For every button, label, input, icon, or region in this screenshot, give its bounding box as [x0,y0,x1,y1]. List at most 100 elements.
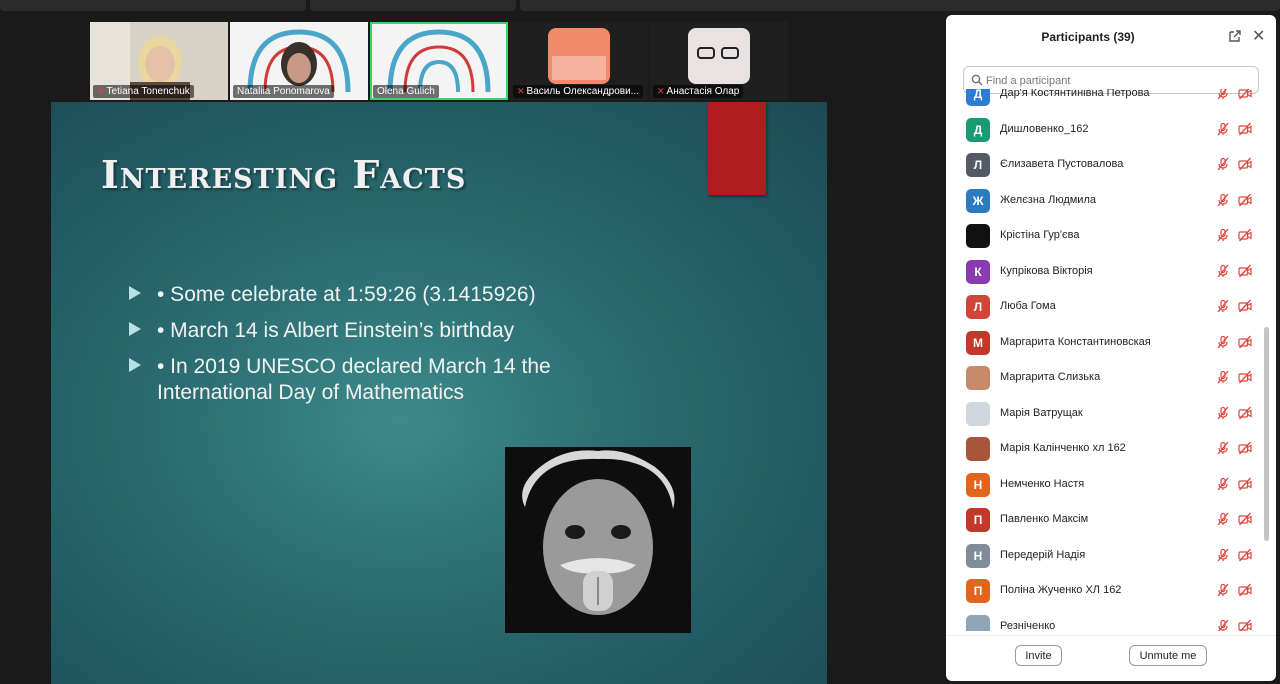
muted-mic-icon[interactable] [1216,264,1230,278]
close-icon[interactable]: ✕ [1252,26,1265,46]
avatar [966,437,990,461]
search-input[interactable] [986,71,1246,91]
avatar [966,224,990,248]
muted-mic-icon[interactable] [1216,583,1230,597]
video-off-icon[interactable] [1238,583,1252,597]
slide-bullet: • March 14 is Albert Einstein’s birthday [129,318,629,344]
participant-name: Дар'я Костянтинівна Петрова [1000,89,1150,99]
participant-row[interactable]: Резніченко [966,613,1258,632]
muted-mic-icon[interactable] [1216,157,1230,171]
video-off-icon[interactable] [1238,157,1252,171]
participant-name: Марія Ватрущак [1000,406,1083,419]
participant-row[interactable]: Марія Ватрущак [966,400,1258,428]
scrollbar[interactable] [1264,327,1269,541]
slide-bullet: • In 2019 UNESCO declared March 14 the I… [129,354,629,406]
video-off-icon[interactable] [1238,512,1252,526]
participant-row[interactable]: Н Немченко Настя [966,471,1258,499]
muted-mic-icon[interactable] [1216,619,1230,632]
muted-mic-icon[interactable] [1216,193,1230,207]
avatar: Л [966,153,990,177]
top-bar: asc [0,0,1280,14]
video-off-icon[interactable] [1238,441,1252,455]
video-tile[interactable]: ✕ Анастасія Олар [650,22,788,100]
muted-mic-icon[interactable] [1216,122,1230,136]
muted-mic-icon[interactable] [1216,370,1230,384]
meeting-stage: ✕ Tetiana Tonenchuk Nataliia Ponomarova O… [0,14,944,684]
video-off-icon[interactable] [1238,122,1252,136]
avatar: Д [966,117,990,142]
unmute-me-button[interactable]: Unmute me [1129,645,1207,666]
video-off-icon[interactable] [1238,477,1252,491]
video-tile[interactable]: ✕ Tetiana Tonenchuk [90,22,228,100]
video-off-icon[interactable] [1238,619,1252,632]
participant-name: Дишловенко_162 [1000,122,1089,135]
muted-mic-icon[interactable] [1216,228,1230,242]
video-tile-name: ✕ Анастасія Олар [653,85,744,98]
participant-name: Люба Гома [1000,300,1056,312]
participant-row[interactable]: М Маргарита Константиновская [966,329,1258,357]
participant-row[interactable]: Д Дар'я Костянтинівна Петрова [966,89,1258,108]
avatar: Н [966,543,990,568]
slide-accent-bar [708,102,766,195]
participant-row[interactable]: П Павленко Максім [966,506,1258,534]
top-bar-segment [0,0,306,11]
video-off-icon[interactable] [1238,406,1252,420]
participant-row[interactable]: П Поліна Жученко ХЛ 162 [966,577,1258,605]
participant-row[interactable]: Марія Калінченко хл 162 [966,435,1258,463]
video-off-icon[interactable] [1238,228,1252,242]
video-tile-active-speaker[interactable]: Olena Gulich [370,22,508,100]
muted-mic-icon[interactable] [1216,441,1230,455]
participants-footer: Invite Unmute me [946,635,1276,681]
participant-name: Купрікова Вікторія [1000,264,1093,277]
slide-title: Interesting Facts [101,152,467,197]
participant-name: Маргарита Слизька [1000,371,1101,383]
muted-mic-icon[interactable] [1216,548,1230,562]
pop-out-icon[interactable] [1228,29,1242,43]
video-off-icon[interactable] [1238,89,1252,100]
participant-name: Поліна Жученко ХЛ 162 [1000,584,1122,596]
video-off-icon[interactable] [1238,299,1252,313]
einstein-photo [505,447,691,633]
participant-name: Резніченко [1000,619,1056,632]
participant-name: Немченко Настя [1000,477,1085,490]
video-tile[interactable]: ✕ Василь Олександрови... [510,22,648,100]
slide-bullet-list: • Some celebrate at 1:59:26 (3.1415926) … [129,282,629,416]
avatar: Д [966,89,990,106]
participant-name: Крістіна Гур'єва [1000,229,1080,241]
participant-row[interactable]: Н Передерій Надія [966,542,1258,570]
muted-mic-icon[interactable] [1216,477,1230,491]
video-off-icon[interactable] [1238,264,1252,278]
video-off-icon[interactable] [1238,193,1252,207]
video-off-icon[interactable] [1238,335,1252,349]
video-off-icon[interactable] [1238,548,1252,562]
avatar: К [966,259,990,284]
invite-button[interactable]: Invite [1015,645,1062,666]
muted-mic-icon: ✕ [517,86,525,96]
participants-list: Д Дар'я Костянтинівна Петрова Д Дишловенко_… [946,89,1262,631]
participant-row[interactable]: К Купрікова Вікторія [966,258,1258,286]
video-tile[interactable]: Nataliia Ponomarova [230,22,368,100]
bullet-arrow-icon [129,322,141,336]
muted-mic-icon[interactable] [1216,335,1230,349]
avatar: П [966,508,990,532]
video-off-icon[interactable] [1238,370,1252,384]
muted-mic-icon[interactable] [1216,299,1230,313]
bullet-arrow-icon [129,286,141,300]
participant-row[interactable]: Л Єлизавета Пустовалова [966,151,1258,179]
muted-mic-icon[interactable] [1216,89,1230,100]
video-tile-name: ✕ Tetiana Tonenchuk [93,85,194,98]
bullet-arrow-icon [129,358,141,372]
avatar: Ж [966,188,990,213]
participant-name: Марія Калінченко хл 162 [1000,442,1126,454]
participants-header: Participants (39) ✕ [946,15,1276,59]
muted-mic-icon[interactable] [1216,512,1230,526]
participant-name: Єлизавета Пустовалова [1000,158,1124,170]
participant-row[interactable]: Ж Желєзна Людмила [966,187,1258,215]
participant-name: Павленко Максім [1000,513,1089,525]
muted-mic-icon[interactable] [1216,406,1230,420]
participant-row[interactable]: Крістіна Гур'єва [966,222,1258,250]
participant-row[interactable]: Д Дишловенко_162 [966,116,1258,144]
participants-panel: Participants (39) ✕ Д Дар'я Костянтинівна… [946,15,1276,681]
participant-row[interactable]: Л Люба Гома [966,293,1258,321]
participant-row[interactable]: Маргарита Слизька [966,364,1258,392]
